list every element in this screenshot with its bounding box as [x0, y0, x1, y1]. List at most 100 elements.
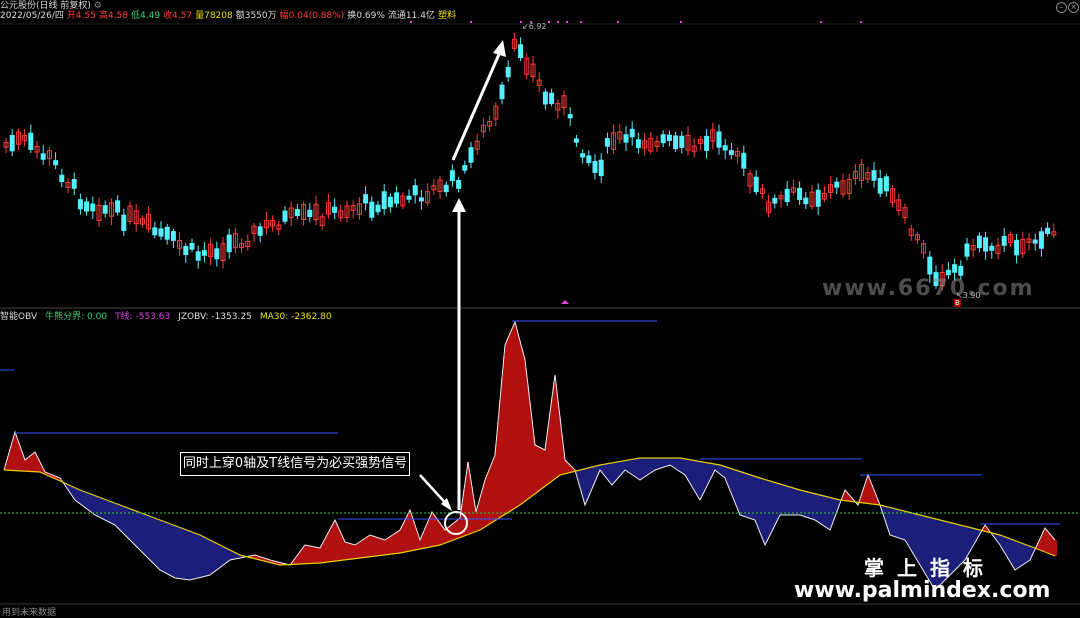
- indicator-field-2: T线: -553.63: [115, 312, 171, 322]
- price-candle: [586, 155, 592, 164]
- price-candle: [704, 135, 710, 151]
- price-candle: [90, 203, 96, 212]
- price-candle: [9, 134, 15, 152]
- indicator-field-3: JZOBV: -1353.25: [178, 312, 252, 322]
- price-candle: [40, 153, 46, 160]
- signal-dot: [548, 21, 550, 23]
- price-candle: [307, 209, 313, 218]
- price-candle: [635, 139, 641, 149]
- price-candle: [772, 197, 778, 204]
- price-candle: [604, 138, 610, 147]
- price-candle: [115, 200, 121, 213]
- signal-dot: [566, 21, 568, 23]
- quote-field-1: 开4.55: [66, 11, 96, 21]
- watermark-url: www.palmindex.com: [794, 578, 1051, 603]
- price-candle: [189, 242, 195, 250]
- price-high-label: ↙6.92: [522, 22, 547, 31]
- quote-field-9: 流通11.4亿: [387, 11, 435, 21]
- price-candle: [803, 197, 809, 205]
- price-candle: [294, 208, 300, 217]
- price-candle: [573, 138, 579, 143]
- close-icon[interactable]: ×: [1068, 2, 1079, 13]
- price-candle: [468, 147, 474, 163]
- price-candle: [964, 243, 970, 257]
- price-candle: [394, 192, 400, 204]
- price-candle: [412, 185, 418, 196]
- price-candle: [462, 165, 468, 171]
- price-candle: [623, 134, 629, 143]
- price-candle: [1045, 227, 1051, 234]
- price-candle: [226, 234, 232, 253]
- price-candle: [945, 269, 951, 276]
- price-candle: [59, 174, 65, 183]
- price-candle: [443, 184, 449, 193]
- price-candle: [406, 195, 412, 200]
- price-candle: [983, 237, 989, 252]
- price-candle: [418, 197, 424, 202]
- price-candle: [679, 135, 685, 148]
- quote-field-6: 额3550万: [235, 11, 277, 21]
- price-candle: [883, 176, 889, 192]
- signal-callout: 同时上穿0轴及T线信号为必买强势信号: [180, 452, 410, 476]
- price-candle: [722, 145, 728, 151]
- minimize-icon[interactable]: –: [1056, 2, 1067, 13]
- price-candle: [927, 256, 933, 275]
- indicator-field-0: 智能OBV: [0, 312, 38, 322]
- price-candle: [1032, 239, 1038, 244]
- price-candle: [580, 153, 586, 158]
- price-candle: [1038, 231, 1044, 249]
- indicator-info-row: 智能OBV 牛熊分界: 0.00 T线: -553.63 JZOBV: -1353.2…: [0, 311, 340, 323]
- price-candle: [28, 132, 34, 150]
- signal-dot: [617, 21, 619, 23]
- indicator-field-4: MA30: -2362.80: [259, 312, 332, 322]
- price-candle: [499, 84, 505, 100]
- price-candle: [952, 264, 958, 273]
- quote-field-3: 低4.49: [131, 11, 161, 21]
- price-candle: [201, 250, 207, 256]
- watermark-site: www.6670.com: [822, 276, 1035, 301]
- price-candle: [549, 92, 555, 104]
- signal-dot: [580, 21, 582, 23]
- price-candle: [567, 114, 573, 119]
- price-candle: [363, 194, 369, 204]
- price-candle: [958, 265, 964, 276]
- price-candle: [84, 201, 90, 212]
- price-candle: [387, 196, 393, 208]
- price-candle: [375, 204, 381, 213]
- price-candle: [102, 205, 108, 214]
- price-candle: [989, 245, 995, 251]
- price-candle: [518, 44, 524, 59]
- quote-field-2: 高4.58: [98, 11, 128, 21]
- price-candle: [592, 160, 598, 173]
- quote-field-0: 2022/05/26/四: [0, 11, 64, 21]
- diagonal-arrowhead: [493, 40, 506, 57]
- price-candle: [728, 150, 734, 155]
- diagonal-arrow: [451, 51, 502, 161]
- chart-canvas: [0, 21, 1080, 605]
- quote-field-10: 塑料: [437, 11, 456, 21]
- price-candle: [369, 201, 375, 218]
- price-candle: [1001, 235, 1007, 246]
- price-candle: [214, 248, 220, 260]
- quote-field-7: 幅0.04(0.88%): [279, 11, 345, 21]
- price-candle: [164, 226, 170, 240]
- price-candle: [257, 226, 263, 236]
- price-candle: [673, 135, 679, 150]
- price-candle: [170, 231, 176, 241]
- price-candle: [77, 199, 83, 210]
- signal-dot: [470, 21, 472, 23]
- price-candle: [753, 176, 759, 193]
- price-candle: [871, 170, 877, 181]
- signal-dot: [680, 21, 682, 23]
- price-candle: [834, 181, 840, 188]
- footer-note: 用到未来数据: [2, 608, 57, 618]
- price-candle: [976, 235, 982, 249]
- price-candle: [741, 152, 747, 169]
- signal-dot: [820, 21, 822, 23]
- price-candle: [598, 159, 604, 177]
- indicator-field-1: 牛熊分界: 0.00: [45, 312, 108, 322]
- price-candle: [53, 160, 59, 166]
- price-candle: [797, 187, 803, 200]
- price-candle: [381, 191, 387, 209]
- price-candle: [449, 170, 455, 182]
